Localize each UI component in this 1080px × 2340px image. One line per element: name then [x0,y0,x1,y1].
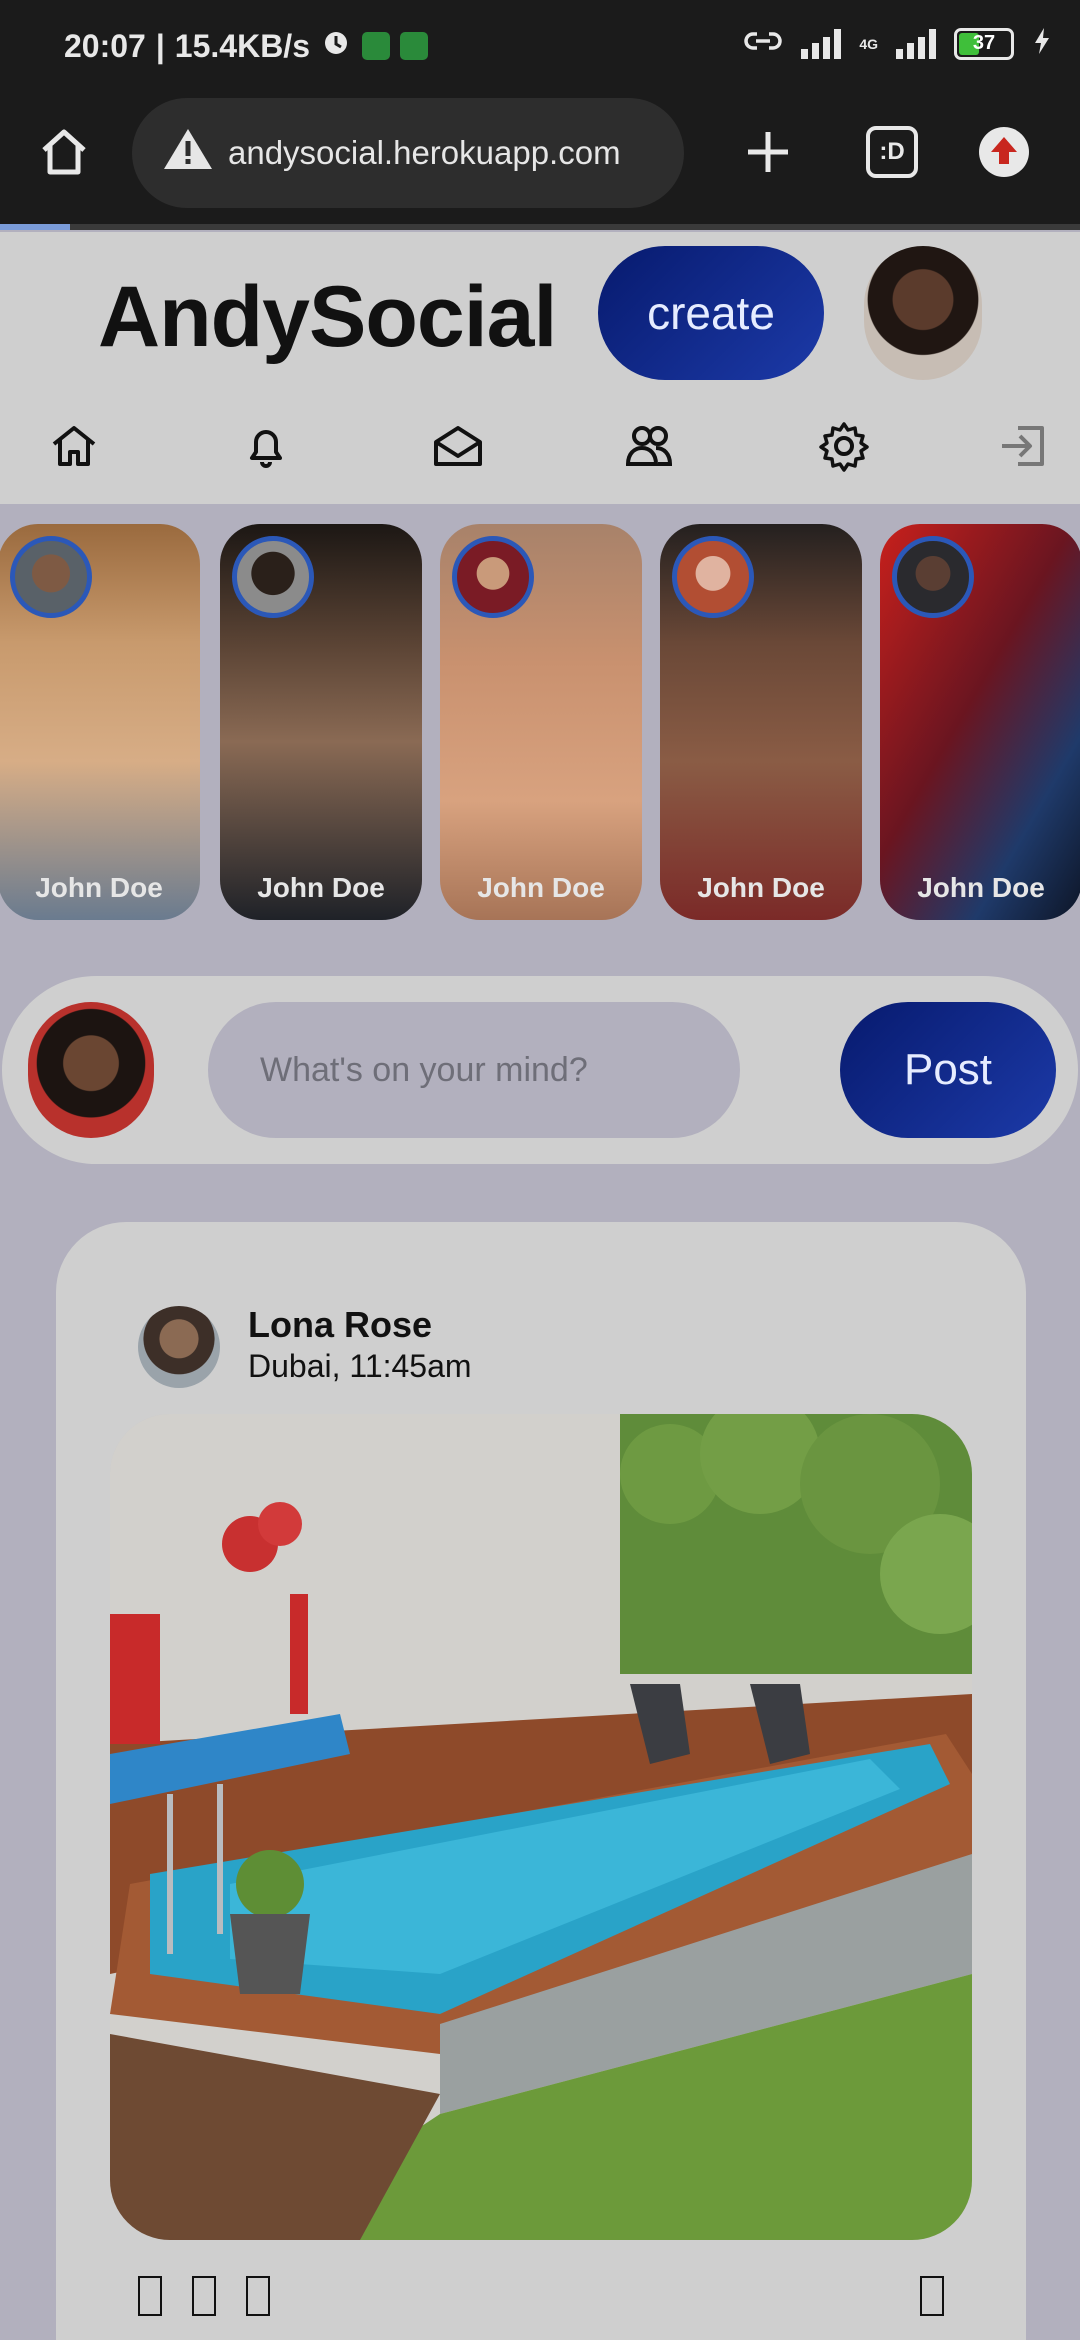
story-avatar [232,536,314,618]
network-type: 4G [859,35,878,52]
warning-icon[interactable] [162,126,214,180]
story-card[interactable]: John Doe [440,524,642,920]
story-avatar [10,536,92,618]
bell-icon[interactable] [226,406,306,486]
status-right: 4G 37 [743,26,1052,61]
url-text[interactable]: andysocial.herokuapp.com [228,134,621,172]
page-load-progress [0,224,1080,230]
composer-avatar [28,1002,154,1138]
story-avatar [892,536,974,618]
link-icon [743,26,783,61]
charging-icon [1032,26,1052,61]
post-composer: Post [2,976,1078,1164]
browser-toolbar: andysocial.herokuapp.com :D [0,96,1080,230]
story-name: John Doe [477,872,605,903]
bookmark-icon[interactable] [920,2276,944,2316]
story-card[interactable]: John Doe [660,524,862,920]
post-location-time: Dubai, 11:45am [248,1348,472,1384]
signal-icon [801,28,842,59]
post-button[interactable]: Post [840,1002,1056,1138]
tab-switcher-button[interactable]: :D [862,122,922,182]
new-tab-icon[interactable] [738,122,798,182]
story-avatar [672,536,754,618]
story-card[interactable]: John Doe [880,524,1080,920]
main-nav [0,406,1080,504]
post-author-name[interactable]: Lona Rose [248,1304,432,1346]
story-card[interactable]: John Doe [220,524,422,920]
home-icon[interactable] [34,406,114,486]
mail-icon[interactable] [418,406,498,486]
share-icon[interactable] [246,2276,270,2316]
home-icon[interactable] [34,122,94,182]
app-logo[interactable]: AndySocial [98,268,557,367]
comment-icon[interactable] [192,2276,216,2316]
story-avatar [452,536,534,618]
create-button[interactable]: create [598,246,824,380]
status-left: 20:07 | 15.4KB/s [64,26,428,66]
telegram-notification-icon [399,32,428,60]
profile-avatar[interactable] [864,246,982,380]
update-icon[interactable] [974,122,1034,182]
network-speed: 15.4KB/s [174,27,310,64]
status-bar: 20:07 | 15.4KB/s 4G 37 [0,0,1080,96]
like-icon[interactable] [138,2276,162,2316]
post-author-avatar[interactable] [138,1306,220,1388]
feed-post-card: Lona Rose Dubai, 11:45am [56,1222,1026,2340]
friends-icon[interactable] [610,406,690,486]
story-name: John Doe [917,872,1045,903]
address-bar[interactable]: andysocial.herokuapp.com [132,98,684,208]
app-header: AndySocial create [0,232,1080,504]
alarm-icon [320,26,352,66]
story-name: John Doe [35,872,163,903]
gear-icon[interactable] [804,406,884,486]
app-notification-icon [361,32,390,60]
status-time: 20:07 [64,27,146,64]
story-name: John Doe [257,872,385,903]
story-card[interactable]: John Doe [0,524,200,920]
post-image[interactable] [110,1414,972,2240]
story-name: John Doe [697,872,825,903]
tab-count: :D [866,126,918,178]
signal-icon-2 [896,28,936,59]
status-input[interactable] [208,1002,740,1138]
logout-icon[interactable] [984,406,1064,486]
post-actions [138,2276,270,2316]
stories-row: John Doe John Doe John Doe John Doe John… [0,524,1080,920]
battery-icon: 37 [954,27,1014,60]
